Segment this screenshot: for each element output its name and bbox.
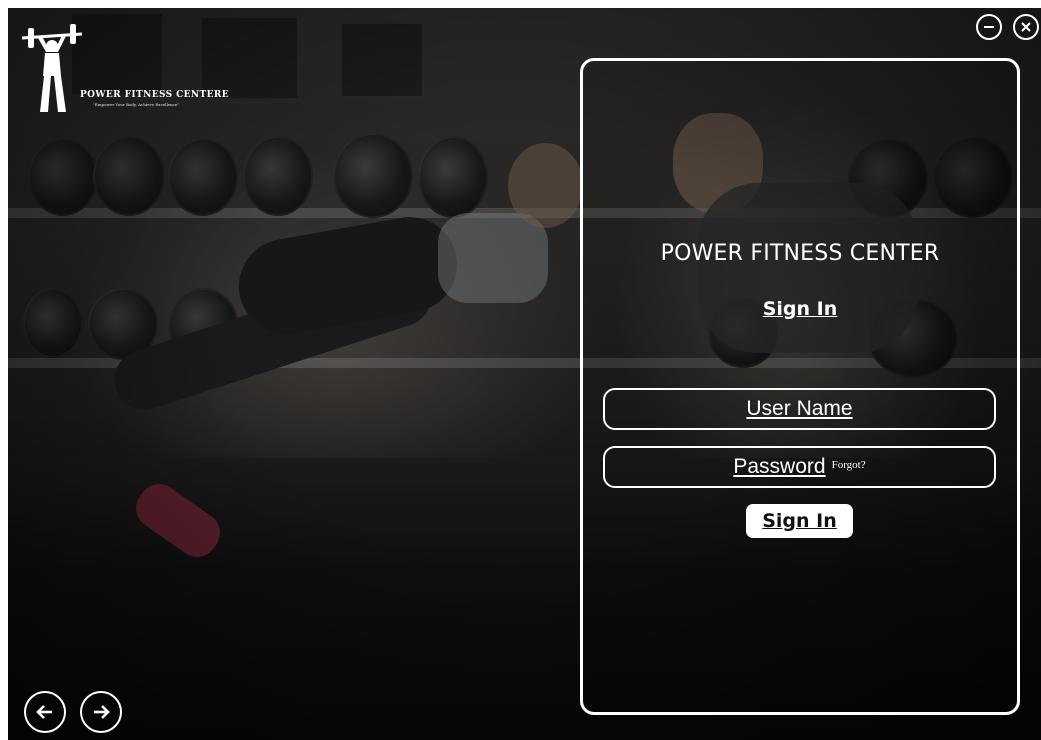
brand-tagline: "Empower Your Body, Achieve Excellence" xyxy=(93,102,180,107)
sign-in-button[interactable]: Sign In xyxy=(746,504,853,538)
weightlifter-icon xyxy=(21,24,83,112)
minimize-button[interactable] xyxy=(976,14,1002,40)
back-button[interactable] xyxy=(24,691,66,733)
brand-name: POWER FITNESS CENTERE xyxy=(80,90,230,100)
password-label: Password xyxy=(733,455,826,478)
username-label: User Name xyxy=(746,397,853,420)
x-circle-icon xyxy=(1021,22,1031,32)
forgot-password-link[interactable]: Forgot? xyxy=(832,459,866,471)
sign-in-heading: Sign In xyxy=(762,298,838,320)
login-title: POWER FITNESS CENTER xyxy=(660,241,940,266)
arrow-right-icon xyxy=(94,705,110,719)
forward-button[interactable] xyxy=(80,691,122,733)
login-panel: POWER FITNESS CENTER Sign In User Name P… xyxy=(580,58,1020,715)
minus-circle-icon xyxy=(984,26,994,28)
close-button[interactable] xyxy=(1013,14,1039,40)
arrow-left-icon xyxy=(36,705,52,719)
password-field[interactable]: Password Forgot? xyxy=(603,446,996,488)
username-field[interactable]: User Name xyxy=(603,388,996,430)
brand-logo: POWER FITNESS CENTERE "Empower Your Body… xyxy=(18,20,229,120)
app-window: POWER FITNESS CENTERE "Empower Your Body… xyxy=(8,8,1041,740)
